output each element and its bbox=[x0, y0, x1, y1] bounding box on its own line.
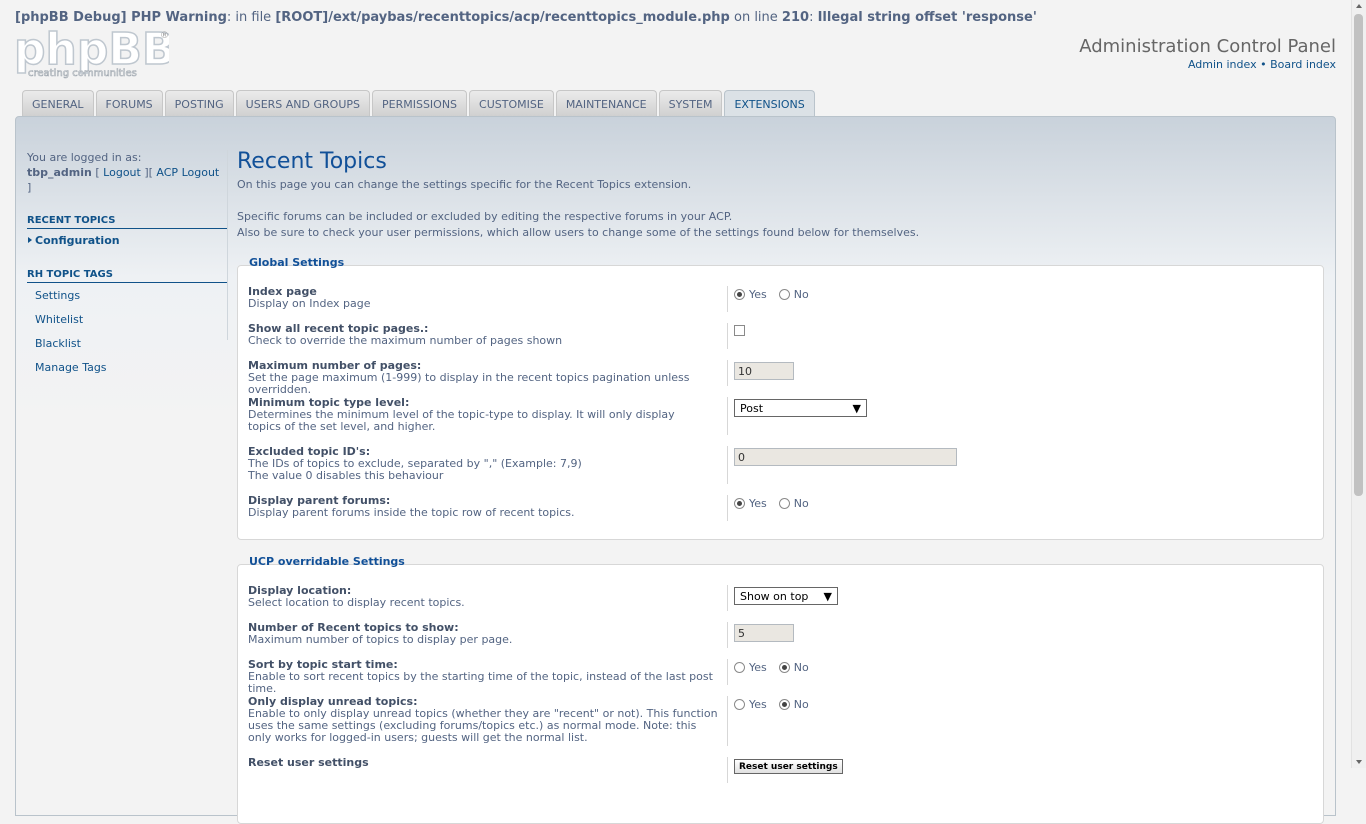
ucp-settings-legend: UCP overridable Settings bbox=[248, 555, 406, 568]
row-number-topics: Number of Recent topics to show: Maximum… bbox=[238, 622, 1323, 652]
sidebar-item-whitelist[interactable]: Whitelist bbox=[27, 306, 227, 330]
row-reset-settings: Reset user settings Reset user settings bbox=[238, 757, 1323, 787]
page-scrollbar[interactable] bbox=[1351, 0, 1366, 768]
row-show-all-pages: Show all recent topic pages.: Check to o… bbox=[238, 323, 1323, 353]
main-tabs: General Forums Posting Users and Groups … bbox=[22, 90, 817, 118]
number-topics-input[interactable]: 5 bbox=[734, 624, 794, 642]
tab-maintenance[interactable]: Maintenance bbox=[555, 90, 657, 117]
svg-text:creating communities: creating communities bbox=[28, 68, 137, 79]
row-index-page: Index page Display on Index page Yes No bbox=[238, 286, 1323, 316]
tab-general[interactable]: General bbox=[22, 90, 94, 117]
dropdown-arrow-icon: ▼ bbox=[852, 401, 861, 415]
ucp-settings-fieldset: UCP overridable Settings Display locatio… bbox=[237, 555, 1324, 824]
sidebar-item-configuration[interactable]: Configuration bbox=[27, 229, 227, 251]
tab-forums[interactable]: Forums bbox=[95, 90, 163, 117]
scroll-down-icon[interactable] bbox=[1356, 760, 1362, 764]
display-location-select[interactable]: Show on top ▼ bbox=[734, 587, 838, 605]
row-min-topic-type: Minimum topic type level: Determines the… bbox=[238, 397, 1323, 439]
parent-yes-radio[interactable]: Yes bbox=[734, 497, 767, 510]
acp-logout-link[interactable]: ACP Logout bbox=[156, 166, 219, 179]
sidebar-item-settings[interactable]: Settings bbox=[27, 283, 227, 306]
sidebar-item-manage-tags[interactable]: Manage Tags bbox=[27, 354, 227, 378]
login-info: You are logged in as: tbp_admin [ Logout… bbox=[27, 151, 220, 194]
tab-system[interactable]: System bbox=[658, 90, 723, 117]
scroll-up-icon[interactable] bbox=[1356, 4, 1362, 8]
max-pages-input[interactable]: 10 bbox=[734, 362, 794, 380]
index-no-radio[interactable]: No bbox=[778, 288, 809, 301]
logout-link[interactable]: Logout bbox=[103, 166, 141, 179]
tab-customise[interactable]: Customise bbox=[469, 90, 554, 117]
row-sort-start-time: Sort by topic start time: Enable to sort… bbox=[238, 659, 1323, 695]
min-topic-type-select[interactable]: Post ▼ bbox=[734, 399, 867, 417]
row-max-pages: Maximum number of pages: Set the page ma… bbox=[238, 360, 1323, 396]
global-settings-fieldset: Global Settings Index page Display on In… bbox=[237, 256, 1324, 540]
tab-extensions[interactable]: Extensions bbox=[724, 90, 815, 118]
tab-permissions[interactable]: Permissions bbox=[372, 90, 468, 117]
admin-index-link[interactable]: Admin index bbox=[1188, 58, 1257, 71]
tab-users-and-groups[interactable]: Users and Groups bbox=[235, 90, 370, 117]
svg-text:®: ® bbox=[160, 31, 169, 41]
php-warning: [phpBB Debug] PHP Warning: in file [ROOT… bbox=[15, 10, 1037, 25]
row-display-location: Display location: Select location to dis… bbox=[238, 585, 1323, 615]
parent-no-radio[interactable]: No bbox=[778, 497, 809, 510]
sidebar-item-blacklist[interactable]: Blacklist bbox=[27, 330, 227, 354]
menu-section-rh-topic-tags: RH Topic Tags bbox=[27, 269, 227, 283]
unread-no-radio[interactable]: No bbox=[778, 698, 809, 711]
scroll-thumb[interactable] bbox=[1354, 14, 1363, 496]
menu-section-recent-topics: Recent Topics bbox=[27, 215, 227, 229]
username: tbp_admin bbox=[27, 166, 92, 179]
sidebar: You are logged in as: tbp_admin [ Logout… bbox=[27, 150, 227, 378]
tab-posting[interactable]: Posting bbox=[164, 90, 234, 117]
main-content: Recent Topics On this page you can chang… bbox=[237, 148, 1324, 824]
phpbb-logo[interactable]: phpBB ® creating communities bbox=[13, 23, 176, 80]
top-links: Admin index • Board index bbox=[1187, 58, 1336, 71]
intro-text: On this page you can change the settings… bbox=[237, 178, 920, 239]
sidebar-divider bbox=[227, 150, 228, 340]
excluded-topics-input[interactable]: 0 bbox=[734, 448, 957, 466]
index-yes-radio[interactable]: Yes bbox=[734, 288, 767, 301]
page-title: Recent Topics bbox=[237, 149, 387, 174]
board-index-link[interactable]: Board index bbox=[1270, 58, 1336, 71]
sort-yes-radio[interactable]: Yes bbox=[734, 661, 767, 674]
row-unread-only: Only display unread topics: Enable to on… bbox=[238, 696, 1323, 750]
dropdown-arrow-icon: ▼ bbox=[823, 589, 832, 603]
row-parent-forums: Display parent forums: Display parent fo… bbox=[238, 495, 1323, 525]
unread-yes-radio[interactable]: Yes bbox=[734, 698, 767, 711]
global-settings-legend: Global Settings bbox=[248, 256, 346, 269]
sort-no-radio[interactable]: No bbox=[778, 661, 809, 674]
reset-user-settings-button[interactable]: Reset user settings bbox=[734, 759, 843, 774]
acp-title: Administration Control Panel bbox=[1079, 36, 1336, 57]
show-all-pages-checkbox[interactable] bbox=[734, 325, 745, 336]
row-excluded-topics: Excluded topic ID's: The IDs of topics t… bbox=[238, 446, 1323, 488]
